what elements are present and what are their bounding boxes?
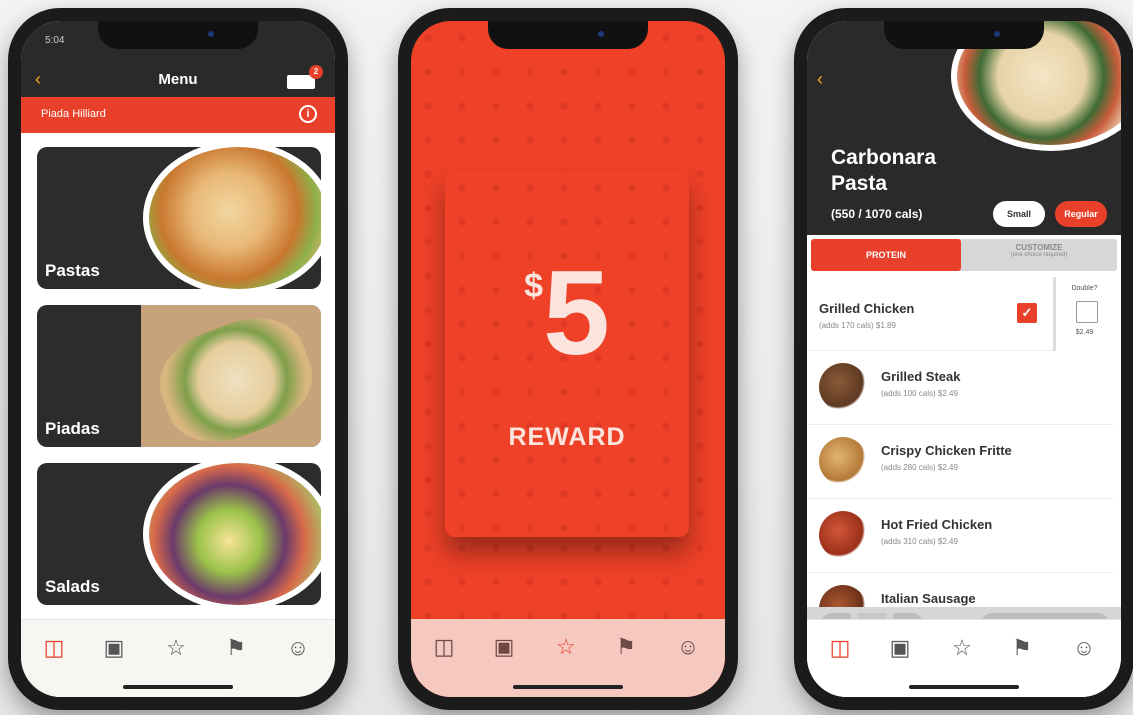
option-tabs: PROTEIN CUSTOMIZE (one choice required) [811,239,1117,271]
option-details: (adds 100 cals) $2.49 [881,389,958,398]
double-option[interactable]: Double? $2.49 [1053,277,1113,351]
hot-chicken-image [819,511,867,559]
home-indicator [513,685,623,689]
bag-count-badge: 2 [309,65,323,79]
menu-screen: 5:04 ‹ Menu 2 Piada Hilliard i Pastas Pi… [21,21,335,697]
double-label: Double? [1071,285,1098,292]
option-details: (adds 170 cals) $1.89 [819,321,896,330]
home-indicator [909,685,1019,689]
phone-menu: 5:04 ‹ Menu 2 Piada Hilliard i Pastas Pi… [8,8,348,710]
reward-card[interactable]: $5 REWARD [445,171,689,537]
steak-image [819,363,867,411]
megaphone-icon[interactable]: ⚑ [1007,634,1037,662]
item-hero: ‹ Carbonara Pasta (550 / 1070 cals) Smal… [807,21,1121,235]
location-bar[interactable]: Piada Hilliard i [21,97,335,133]
person-icon[interactable]: ☺ [283,634,313,662]
option-name: Grilled Steak [881,369,961,384]
option-name: Italian Sausage [881,591,976,606]
wallet-icon[interactable]: ▣ [99,634,129,662]
category-label: Piadas [45,419,100,438]
status-time: 5:04 [45,35,65,46]
double-price: $2.49 [1075,329,1094,336]
reward-amount: $5 [445,253,689,373]
option-name: Crispy Chicken Fritte [881,443,1012,458]
size-regular-button[interactable]: Regular [1055,201,1107,227]
item-screen: ‹ Carbonara Pasta (550 / 1070 cals) Smal… [807,21,1121,697]
category-card-salads[interactable]: Salads [37,463,321,605]
star-icon[interactable]: ☆ [551,633,581,661]
showcase-stage: 5:04 ‹ Menu 2 Piada Hilliard i Pastas Pi… [0,0,1133,715]
pasta-image [143,147,321,289]
tab-customize-label: CUSTOMIZE [1015,243,1063,252]
phone-item-detail: ‹ Carbonara Pasta (550 / 1070 cals) Smal… [794,8,1133,710]
option-crispy-chicken-fritte[interactable]: Crispy Chicken Fritte (adds 280 cals) $2… [807,425,1113,499]
home-indicator [123,685,233,689]
category-card-pastas[interactable]: Pastas [37,147,321,289]
piada-image [141,305,321,447]
bag-button[interactable]: 2 [287,65,323,89]
option-hot-fried-chicken[interactable]: Hot Fried Chicken (adds 310 cals) $2.49 [807,499,1113,573]
star-icon[interactable]: ☆ [947,634,977,662]
notch [98,21,258,49]
category-label: Salads [45,577,100,596]
menu-bag-icon[interactable]: ◫ [825,634,855,662]
dollar-sign: $ [524,267,544,305]
checkmark-icon[interactable]: ✓ [1017,303,1037,323]
item-calories: (550 / 1070 cals) [831,207,923,221]
location-name: Piada Hilliard [41,108,106,120]
option-details: (adds 310 cals) $2.49 [881,537,958,546]
salad-image [143,463,321,605]
tab-customize-sub: (one choice required) [1010,252,1068,258]
option-name: Grilled Chicken [819,301,915,316]
tab-customize[interactable]: CUSTOMIZE (one choice required) [961,243,1117,258]
wallet-icon[interactable]: ▣ [489,633,519,661]
megaphone-icon[interactable]: ⚑ [221,634,251,662]
phone-reward: $5 REWARD ◫ ▣ ☆ ⚑ ☺ [398,8,738,710]
person-icon[interactable]: ☺ [673,633,703,661]
menu-bag-icon[interactable]: ◫ [429,633,459,661]
category-card-piadas[interactable]: Piadas [37,305,321,447]
menu-bag-icon[interactable]: ◫ [39,634,69,662]
option-details: (adds 280 cals) $2.49 [881,463,958,472]
reward-screen: $5 REWARD ◫ ▣ ☆ ⚑ ☺ [411,21,725,697]
double-checkbox[interactable] [1076,301,1098,323]
megaphone-icon[interactable]: ⚑ [611,633,641,661]
reward-label: REWARD [508,423,626,451]
category-label: Pastas [45,261,100,280]
wallet-icon[interactable]: ▣ [885,634,915,662]
info-icon[interactable]: i [299,105,317,123]
notch [488,21,648,49]
reward-value: 5 [543,246,610,380]
item-name: Carbonara Pasta [831,146,937,195]
fritte-image [819,437,867,485]
person-icon[interactable]: ☺ [1069,634,1099,662]
notch [884,21,1044,49]
tab-protein[interactable]: PROTEIN [811,239,961,271]
size-small-button[interactable]: Small [993,201,1045,227]
option-grilled-steak[interactable]: Grilled Steak (adds 100 cals) $2.49 [807,351,1113,425]
option-name: Hot Fried Chicken [881,517,993,532]
back-arrow-icon[interactable]: ‹ [817,69,823,90]
star-icon[interactable]: ☆ [161,634,191,662]
